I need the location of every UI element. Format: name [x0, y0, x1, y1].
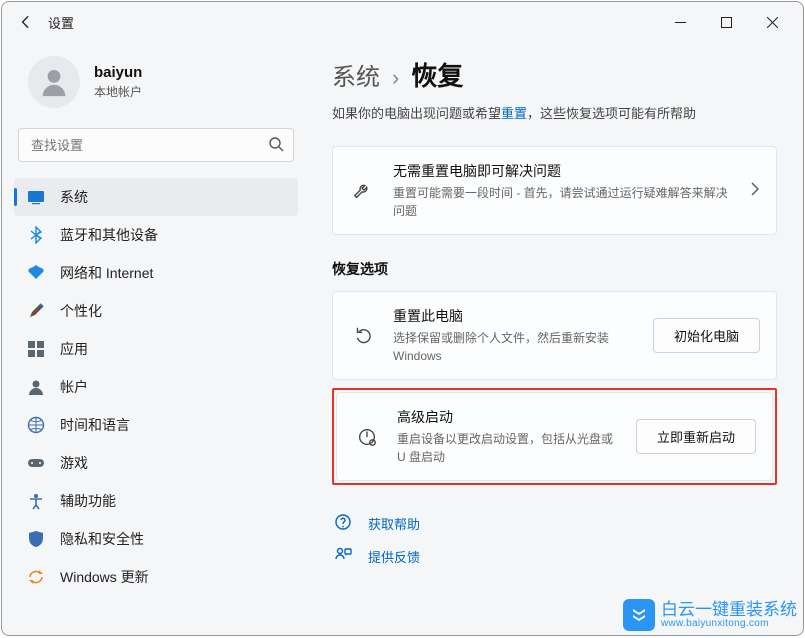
power-settings-icon	[353, 426, 381, 448]
reset-icon	[349, 325, 377, 347]
breadcrumb: 系统 › 恢复	[332, 56, 777, 93]
maximize-button[interactable]	[703, 6, 749, 38]
person-icon	[26, 378, 46, 396]
link-label: 提供反馈	[368, 547, 420, 566]
titlebar: 设置	[2, 2, 803, 42]
help-icon	[334, 513, 354, 534]
watermark-logo	[623, 599, 655, 631]
nav-windows-update[interactable]: Windows 更新	[14, 558, 298, 596]
wrench-icon	[349, 180, 377, 202]
search-input[interactable]	[18, 128, 294, 162]
settings-window: 设置 baiyun 本地帐户	[1, 1, 804, 636]
nav-label: 帐户	[60, 377, 88, 397]
gamepad-icon	[26, 454, 46, 472]
reset-link[interactable]: 重置	[501, 106, 527, 121]
watermark-url: www.baiyunxitong.com	[661, 618, 797, 629]
sidebar: baiyun 本地帐户 系统 蓝牙和其他设备	[2, 42, 310, 635]
section-title: 恢复选项	[332, 259, 777, 279]
system-icon	[26, 188, 46, 206]
apps-icon	[26, 340, 46, 358]
profile-sub: 本地帐户	[94, 83, 142, 100]
nav-accounts[interactable]: 帐户	[14, 368, 298, 406]
nav-gaming[interactable]: 游戏	[14, 444, 298, 482]
highlight-frame: 高级启动 重启设备以更改启动设置，包括从光盘或 U 盘启动 立即重新启动	[332, 388, 777, 485]
back-button[interactable]	[10, 6, 42, 38]
watermark: 白云一键重装系统 www.baiyunxitong.com	[623, 599, 797, 631]
troubleshoot-card[interactable]: 无需重置电脑即可解决问题 重置可能需要一段时间 - 首先，请尝试通过运行疑难解答…	[332, 146, 777, 235]
card-title: 高级启动	[397, 407, 620, 427]
shield-icon	[26, 530, 46, 548]
nav-bluetooth[interactable]: 蓝牙和其他设备	[14, 216, 298, 254]
get-help-link[interactable]: 获取帮助	[332, 507, 777, 540]
watermark-title: 白云一键重装系统	[661, 601, 797, 619]
intro-text: 如果你的电脑出现问题或希望重置，这些恢复选项可能有所帮助	[332, 103, 777, 122]
nav-label: 辅助功能	[60, 491, 116, 511]
brush-icon	[26, 302, 46, 320]
nav-label: 系统	[60, 187, 88, 207]
update-icon	[26, 568, 46, 586]
link-label: 获取帮助	[368, 514, 420, 533]
nav-label: 游戏	[60, 453, 88, 473]
card-desc: 重启设备以更改启动设置，包括从光盘或 U 盘启动	[397, 430, 620, 466]
nav-label: 应用	[60, 339, 88, 359]
nav-label: 个性化	[60, 301, 102, 321]
profile-block[interactable]: baiyun 本地帐户	[14, 42, 298, 128]
nav-label: 时间和语言	[60, 415, 130, 435]
nav-list: 系统 蓝牙和其他设备 网络和 Internet 个性化 应用	[14, 178, 298, 596]
advanced-startup-card: 高级启动 重启设备以更改启动设置，包括从光盘或 U 盘启动 立即重新启动	[336, 392, 773, 481]
card-title: 重置此电脑	[393, 306, 637, 326]
nav-network[interactable]: 网络和 Internet	[14, 254, 298, 292]
reset-pc-button[interactable]: 初始化电脑	[653, 318, 760, 353]
nav-personalization[interactable]: 个性化	[14, 292, 298, 330]
globe-icon	[26, 416, 46, 434]
nav-time-language[interactable]: 时间和语言	[14, 406, 298, 444]
wifi-icon	[26, 264, 46, 282]
nav-apps[interactable]: 应用	[14, 330, 298, 368]
nav-label: Windows 更新	[60, 567, 149, 587]
nav-label: 隐私和安全性	[60, 529, 144, 549]
reset-pc-card: 重置此电脑 选择保留或删除个人文件，然后重新安装 Windows 初始化电脑	[332, 291, 777, 380]
window-title: 设置	[48, 13, 74, 32]
card-desc: 选择保留或删除个人文件，然后重新安装 Windows	[393, 329, 637, 365]
chevron-right-icon	[750, 182, 760, 199]
breadcrumb-sep: ›	[392, 65, 399, 91]
accessibility-icon	[26, 492, 46, 510]
nav-label: 蓝牙和其他设备	[60, 225, 158, 245]
search-icon	[268, 136, 284, 157]
nav-accessibility[interactable]: 辅助功能	[14, 482, 298, 520]
card-desc: 重置可能需要一段时间 - 首先，请尝试通过运行疑难解答来解决问题	[393, 184, 734, 220]
card-title: 无需重置电脑即可解决问题	[393, 161, 734, 181]
nav-system[interactable]: 系统	[14, 178, 298, 216]
page-title: 恢复	[411, 56, 463, 93]
main-content: 系统 › 恢复 如果你的电脑出现问题或希望重置，这些恢复选项可能有所帮助 无需重…	[310, 42, 803, 635]
breadcrumb-parent[interactable]: 系统	[332, 57, 380, 92]
give-feedback-link[interactable]: 提供反馈	[332, 540, 777, 573]
restart-now-button[interactable]: 立即重新启动	[636, 419, 756, 454]
profile-name: baiyun	[94, 64, 142, 81]
nav-privacy[interactable]: 隐私和安全性	[14, 520, 298, 558]
close-button[interactable]	[749, 6, 795, 38]
minimize-button[interactable]	[657, 6, 703, 38]
avatar	[28, 56, 80, 108]
nav-label: 网络和 Internet	[60, 263, 153, 283]
feedback-icon	[334, 546, 354, 567]
bluetooth-icon	[26, 226, 46, 244]
